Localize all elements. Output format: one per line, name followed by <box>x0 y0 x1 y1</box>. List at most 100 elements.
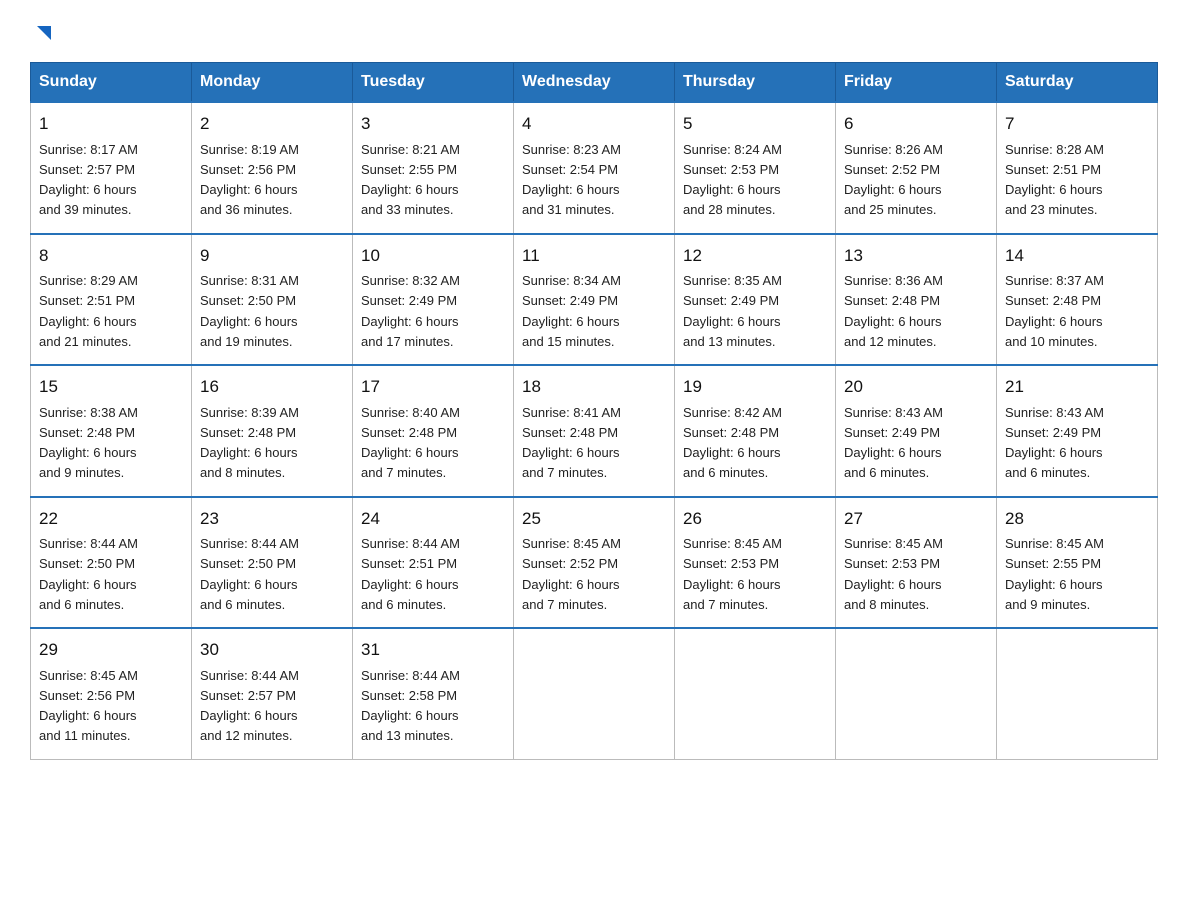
header-friday: Friday <box>836 63 997 103</box>
day-info: Sunrise: 8:36 AMSunset: 2:48 PMDaylight:… <box>844 273 943 349</box>
day-info: Sunrise: 8:44 AMSunset: 2:51 PMDaylight:… <box>361 536 460 612</box>
day-info: Sunrise: 8:44 AMSunset: 2:57 PMDaylight:… <box>200 668 299 744</box>
day-info: Sunrise: 8:29 AMSunset: 2:51 PMDaylight:… <box>39 273 138 349</box>
day-number: 5 <box>683 111 827 137</box>
logo <box>30 20 55 44</box>
day-info: Sunrise: 8:26 AMSunset: 2:52 PMDaylight:… <box>844 142 943 218</box>
day-info: Sunrise: 8:23 AMSunset: 2:54 PMDaylight:… <box>522 142 621 218</box>
page-header <box>30 20 1158 44</box>
day-cell-15: 15 Sunrise: 8:38 AMSunset: 2:48 PMDaylig… <box>31 365 192 497</box>
day-info: Sunrise: 8:21 AMSunset: 2:55 PMDaylight:… <box>361 142 460 218</box>
header-tuesday: Tuesday <box>353 63 514 103</box>
day-info: Sunrise: 8:43 AMSunset: 2:49 PMDaylight:… <box>844 405 943 481</box>
day-cell-2: 2 Sunrise: 8:19 AMSunset: 2:56 PMDayligh… <box>192 102 353 234</box>
day-cell-19: 19 Sunrise: 8:42 AMSunset: 2:48 PMDaylig… <box>675 365 836 497</box>
day-cell-30: 30 Sunrise: 8:44 AMSunset: 2:57 PMDaylig… <box>192 628 353 759</box>
calendar-table: SundayMondayTuesdayWednesdayThursdayFrid… <box>30 62 1158 760</box>
day-cell-27: 27 Sunrise: 8:45 AMSunset: 2:53 PMDaylig… <box>836 497 997 629</box>
day-cell-7: 7 Sunrise: 8:28 AMSunset: 2:51 PMDayligh… <box>997 102 1158 234</box>
day-cell-17: 17 Sunrise: 8:40 AMSunset: 2:48 PMDaylig… <box>353 365 514 497</box>
day-info: Sunrise: 8:19 AMSunset: 2:56 PMDaylight:… <box>200 142 299 218</box>
day-cell-13: 13 Sunrise: 8:36 AMSunset: 2:48 PMDaylig… <box>836 234 997 366</box>
header-monday: Monday <box>192 63 353 103</box>
header-wednesday: Wednesday <box>514 63 675 103</box>
day-number: 17 <box>361 374 505 400</box>
day-cell-23: 23 Sunrise: 8:44 AMSunset: 2:50 PMDaylig… <box>192 497 353 629</box>
day-info: Sunrise: 8:45 AMSunset: 2:52 PMDaylight:… <box>522 536 621 612</box>
day-number: 1 <box>39 111 183 137</box>
day-number: 25 <box>522 506 666 532</box>
day-number: 29 <box>39 637 183 663</box>
day-cell-5: 5 Sunrise: 8:24 AMSunset: 2:53 PMDayligh… <box>675 102 836 234</box>
header-saturday: Saturday <box>997 63 1158 103</box>
day-info: Sunrise: 8:38 AMSunset: 2:48 PMDaylight:… <box>39 405 138 481</box>
empty-cell <box>514 628 675 759</box>
logo-triangle-icon <box>33 22 55 44</box>
day-number: 3 <box>361 111 505 137</box>
day-info: Sunrise: 8:44 AMSunset: 2:50 PMDaylight:… <box>39 536 138 612</box>
day-info: Sunrise: 8:45 AMSunset: 2:55 PMDaylight:… <box>1005 536 1104 612</box>
day-cell-25: 25 Sunrise: 8:45 AMSunset: 2:52 PMDaylig… <box>514 497 675 629</box>
week-row-2: 8 Sunrise: 8:29 AMSunset: 2:51 PMDayligh… <box>31 234 1158 366</box>
day-cell-28: 28 Sunrise: 8:45 AMSunset: 2:55 PMDaylig… <box>997 497 1158 629</box>
day-number: 7 <box>1005 111 1149 137</box>
day-cell-9: 9 Sunrise: 8:31 AMSunset: 2:50 PMDayligh… <box>192 234 353 366</box>
day-cell-8: 8 Sunrise: 8:29 AMSunset: 2:51 PMDayligh… <box>31 234 192 366</box>
day-number: 13 <box>844 243 988 269</box>
day-info: Sunrise: 8:32 AMSunset: 2:49 PMDaylight:… <box>361 273 460 349</box>
day-number: 30 <box>200 637 344 663</box>
day-number: 6 <box>844 111 988 137</box>
day-info: Sunrise: 8:35 AMSunset: 2:49 PMDaylight:… <box>683 273 782 349</box>
day-number: 27 <box>844 506 988 532</box>
day-number: 20 <box>844 374 988 400</box>
week-row-4: 22 Sunrise: 8:44 AMSunset: 2:50 PMDaylig… <box>31 497 1158 629</box>
day-cell-21: 21 Sunrise: 8:43 AMSunset: 2:49 PMDaylig… <box>997 365 1158 497</box>
day-info: Sunrise: 8:45 AMSunset: 2:53 PMDaylight:… <box>844 536 943 612</box>
day-info: Sunrise: 8:34 AMSunset: 2:49 PMDaylight:… <box>522 273 621 349</box>
day-cell-10: 10 Sunrise: 8:32 AMSunset: 2:49 PMDaylig… <box>353 234 514 366</box>
day-cell-31: 31 Sunrise: 8:44 AMSunset: 2:58 PMDaylig… <box>353 628 514 759</box>
day-number: 11 <box>522 243 666 269</box>
day-cell-14: 14 Sunrise: 8:37 AMSunset: 2:48 PMDaylig… <box>997 234 1158 366</box>
day-number: 24 <box>361 506 505 532</box>
day-number: 9 <box>200 243 344 269</box>
day-number: 26 <box>683 506 827 532</box>
calendar-header: SundayMondayTuesdayWednesdayThursdayFrid… <box>31 63 1158 103</box>
header-thursday: Thursday <box>675 63 836 103</box>
day-info: Sunrise: 8:44 AMSunset: 2:50 PMDaylight:… <box>200 536 299 612</box>
day-info: Sunrise: 8:37 AMSunset: 2:48 PMDaylight:… <box>1005 273 1104 349</box>
day-info: Sunrise: 8:31 AMSunset: 2:50 PMDaylight:… <box>200 273 299 349</box>
day-number: 4 <box>522 111 666 137</box>
week-row-3: 15 Sunrise: 8:38 AMSunset: 2:48 PMDaylig… <box>31 365 1158 497</box>
day-cell-26: 26 Sunrise: 8:45 AMSunset: 2:53 PMDaylig… <box>675 497 836 629</box>
day-number: 10 <box>361 243 505 269</box>
day-cell-11: 11 Sunrise: 8:34 AMSunset: 2:49 PMDaylig… <box>514 234 675 366</box>
day-cell-29: 29 Sunrise: 8:45 AMSunset: 2:56 PMDaylig… <box>31 628 192 759</box>
day-cell-24: 24 Sunrise: 8:44 AMSunset: 2:51 PMDaylig… <box>353 497 514 629</box>
day-number: 16 <box>200 374 344 400</box>
day-cell-1: 1 Sunrise: 8:17 AMSunset: 2:57 PMDayligh… <box>31 102 192 234</box>
day-number: 2 <box>200 111 344 137</box>
day-number: 28 <box>1005 506 1149 532</box>
day-info: Sunrise: 8:43 AMSunset: 2:49 PMDaylight:… <box>1005 405 1104 481</box>
day-number: 21 <box>1005 374 1149 400</box>
week-row-5: 29 Sunrise: 8:45 AMSunset: 2:56 PMDaylig… <box>31 628 1158 759</box>
empty-cell <box>675 628 836 759</box>
day-number: 22 <box>39 506 183 532</box>
day-cell-22: 22 Sunrise: 8:44 AMSunset: 2:50 PMDaylig… <box>31 497 192 629</box>
day-cell-12: 12 Sunrise: 8:35 AMSunset: 2:49 PMDaylig… <box>675 234 836 366</box>
day-cell-6: 6 Sunrise: 8:26 AMSunset: 2:52 PMDayligh… <box>836 102 997 234</box>
day-number: 18 <box>522 374 666 400</box>
day-number: 8 <box>39 243 183 269</box>
header-sunday: Sunday <box>31 63 192 103</box>
day-info: Sunrise: 8:28 AMSunset: 2:51 PMDaylight:… <box>1005 142 1104 218</box>
empty-cell <box>836 628 997 759</box>
day-info: Sunrise: 8:39 AMSunset: 2:48 PMDaylight:… <box>200 405 299 481</box>
empty-cell <box>997 628 1158 759</box>
day-number: 15 <box>39 374 183 400</box>
day-info: Sunrise: 8:17 AMSunset: 2:57 PMDaylight:… <box>39 142 138 218</box>
day-cell-16: 16 Sunrise: 8:39 AMSunset: 2:48 PMDaylig… <box>192 365 353 497</box>
day-info: Sunrise: 8:42 AMSunset: 2:48 PMDaylight:… <box>683 405 782 481</box>
day-number: 23 <box>200 506 344 532</box>
header-row: SundayMondayTuesdayWednesdayThursdayFrid… <box>31 63 1158 103</box>
